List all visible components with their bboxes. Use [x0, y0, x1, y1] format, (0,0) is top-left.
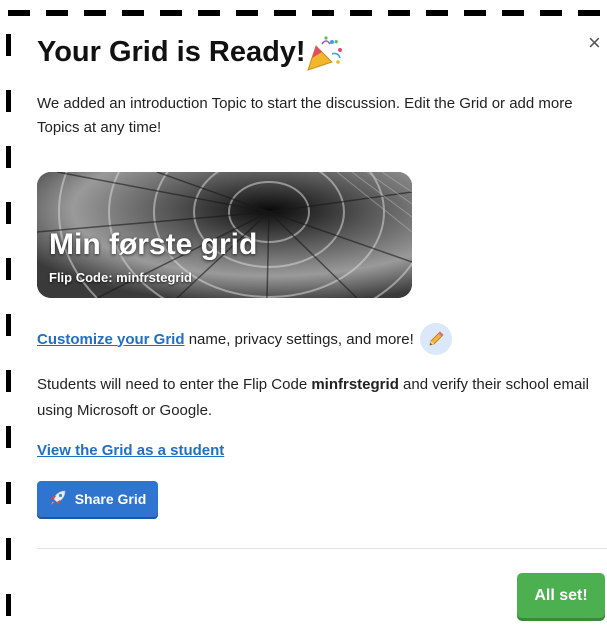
banner-grid-name: Min første grid	[49, 228, 258, 261]
dashed-border-top	[0, 0, 607, 16]
students-text-before: Students will need to enter the Flip Cod…	[37, 376, 312, 393]
dashed-border-left	[6, 0, 11, 632]
view-as-student-link[interactable]: View the Grid as a student	[37, 442, 224, 459]
all-set-button[interactable]: All set!	[517, 573, 605, 618]
customize-description: name, privacy settings, and more!	[184, 330, 414, 348]
banner-flip-code: Flip Code: minfrstegrid	[49, 270, 192, 285]
customize-grid-link[interactable]: Customize your Grid	[37, 331, 185, 348]
customize-row: Customize your Grid name, privacy settin…	[37, 322, 452, 356]
students-flip-code: minfrstegrid	[311, 376, 399, 393]
students-instructions: Students will need to enter the Flip Cod…	[37, 372, 597, 424]
divider	[37, 548, 607, 549]
dialog-title: Your Grid is Ready!	[37, 36, 306, 68]
intro-text: We added an introduction Topic to start …	[37, 95, 573, 136]
pencil-icon	[419, 323, 452, 355]
share-grid-button[interactable]: Share Grid	[37, 481, 158, 517]
party-popper-icon	[302, 34, 346, 74]
rocket-icon	[49, 489, 67, 510]
grid-banner: Min første grid Flip Code: minfrstegrid	[37, 172, 412, 298]
close-icon[interactable]: ×	[588, 32, 601, 54]
share-grid-label: Share Grid	[74, 491, 147, 507]
